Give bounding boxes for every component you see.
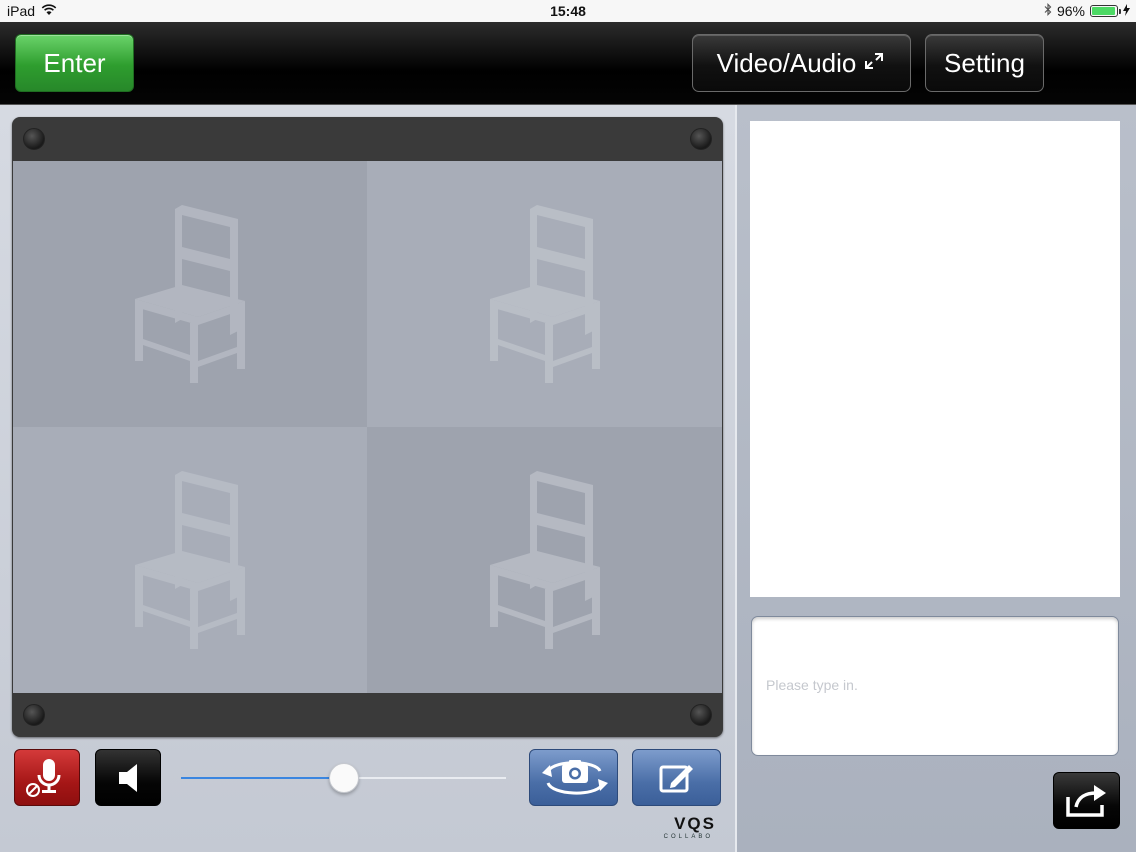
enter-button[interactable]: Enter bbox=[15, 34, 134, 92]
screw-icon bbox=[690, 704, 712, 726]
expand-arrows-icon bbox=[862, 48, 886, 79]
chair-icon bbox=[135, 471, 245, 649]
chat-input-box[interactable] bbox=[751, 616, 1119, 756]
logo-main-text: VQS bbox=[674, 814, 716, 833]
chat-panel bbox=[737, 105, 1136, 852]
video-grid bbox=[13, 161, 722, 693]
setting-button[interactable]: Setting bbox=[925, 34, 1044, 92]
microphone-muted-icon bbox=[26, 758, 61, 797]
enter-label: Enter bbox=[43, 47, 106, 78]
video-tile[interactable] bbox=[367, 161, 722, 427]
volume-thumb[interactable] bbox=[328, 763, 359, 793]
switch-camera-button[interactable] bbox=[529, 749, 618, 806]
camera-switch-icon bbox=[541, 759, 608, 795]
battery-icon bbox=[1090, 5, 1121, 17]
send-button[interactable] bbox=[1053, 772, 1120, 829]
top-toolbar: Enter Video/Audio Setting bbox=[0, 22, 1136, 105]
video-tile[interactable] bbox=[13, 427, 367, 693]
screw-icon bbox=[23, 128, 45, 150]
chair-icon bbox=[489, 471, 600, 649]
logo-sub-text: COLLABO bbox=[663, 834, 713, 840]
video-tile[interactable] bbox=[13, 161, 367, 427]
clock: 15:48 bbox=[550, 3, 586, 19]
battery-percent: 96% bbox=[1056, 3, 1085, 19]
send-icon bbox=[1065, 784, 1106, 817]
setting-label: Setting bbox=[944, 47, 1025, 78]
charging-icon bbox=[1123, 3, 1130, 19]
chair-icon bbox=[489, 205, 600, 383]
edit-button[interactable] bbox=[632, 749, 721, 806]
volume-fill bbox=[181, 777, 344, 779]
bluetooth-icon bbox=[1044, 3, 1052, 19]
speaker-icon bbox=[119, 763, 137, 792]
video-audio-label: Video/Audio bbox=[716, 47, 857, 78]
vqs-logo: VQS COLLABO bbox=[636, 815, 716, 849]
speaker-button[interactable] bbox=[95, 749, 161, 806]
video-frame bbox=[12, 117, 723, 737]
mic-mute-button[interactable] bbox=[14, 749, 80, 806]
media-controls bbox=[0, 745, 735, 815]
edit-icon bbox=[659, 764, 693, 792]
screw-icon bbox=[23, 704, 45, 726]
video-panel bbox=[0, 105, 735, 852]
screw-icon bbox=[690, 128, 712, 150]
video-audio-button[interactable]: Video/Audio bbox=[692, 34, 911, 92]
video-tile[interactable] bbox=[367, 427, 722, 693]
chat-input[interactable] bbox=[766, 677, 1104, 693]
volume-slider[interactable] bbox=[181, 763, 506, 793]
chat-log[interactable] bbox=[750, 121, 1120, 597]
status-bar: iPad 15:48 96% bbox=[0, 0, 1136, 22]
chair-icon bbox=[135, 205, 245, 383]
